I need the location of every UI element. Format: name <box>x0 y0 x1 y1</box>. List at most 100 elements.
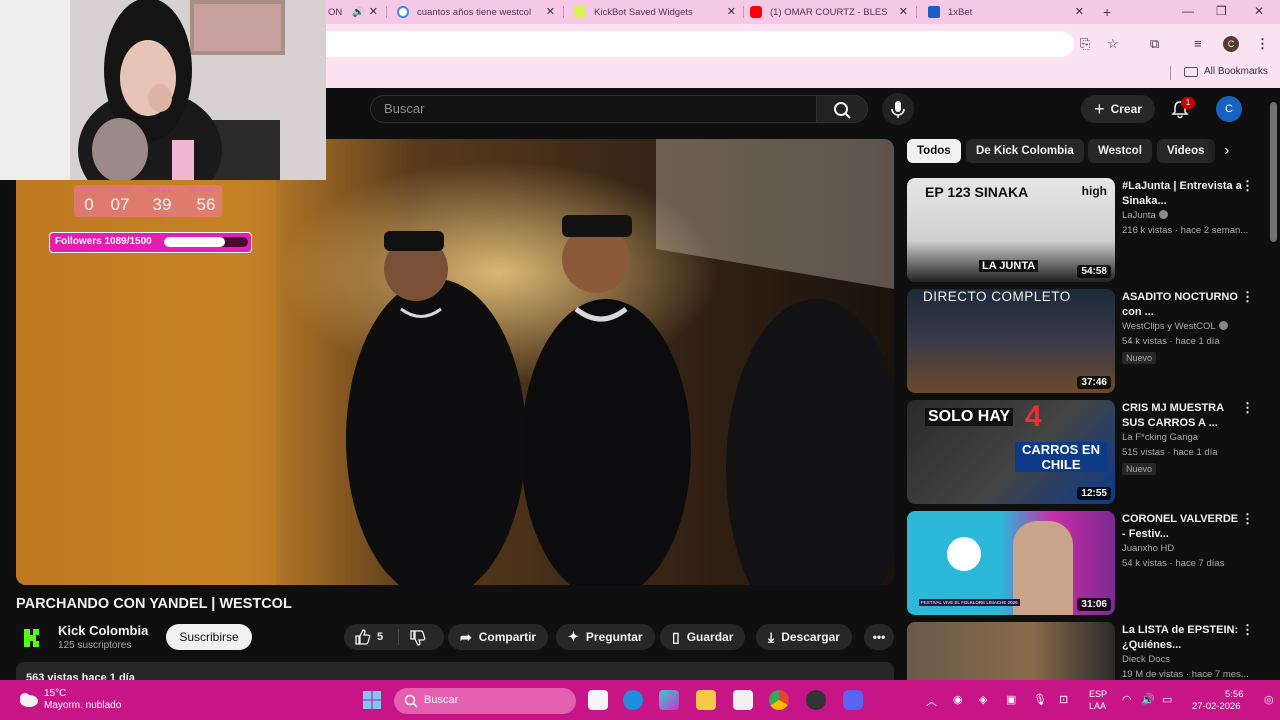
recommendation-channel[interactable]: Juanxho HD <box>1122 543 1174 554</box>
input-language[interactable]: ESP <box>1089 689 1107 699</box>
chrome-icon[interactable] <box>769 690 789 710</box>
minimize-icon[interactable]: — <box>1182 4 1194 18</box>
tray-discord-icon[interactable]: ◈ <box>979 693 987 706</box>
recommendation-channel[interactable]: WestClips y WestCOL <box>1122 321 1228 332</box>
profile-avatar[interactable]: C <box>1223 36 1239 52</box>
tray-chevron-icon[interactable]: ︿ <box>926 693 937 709</box>
create-button[interactable]: + Crear <box>1081 95 1155 123</box>
microsoft-store-icon[interactable] <box>733 690 753 710</box>
voice-search-button[interactable] <box>882 93 914 125</box>
recommendation-channel[interactable]: La F*cking Ganga <box>1122 432 1198 443</box>
discord-icon[interactable] <box>843 690 863 710</box>
like-icon[interactable] <box>353 628 371 646</box>
wifi-icon[interactable]: ◠ <box>1122 693 1132 706</box>
close-icon[interactable]: ✕ <box>899 5 908 18</box>
download-button[interactable]: ⤓ Descargar <box>756 624 852 650</box>
chip-westcol[interactable]: Westcol <box>1088 139 1152 163</box>
folder-icon[interactable] <box>1184 67 1198 77</box>
battery-icon[interactable]: ▭ <box>1162 693 1172 706</box>
video-thumbnail[interactable]: FESTIVAL VIVE EL FOLKLORE LIMACHE 2026 3… <box>907 511 1115 615</box>
bookmark-star-icon[interactable]: ☆ <box>1107 36 1119 52</box>
more-actions-button[interactable]: ••• <box>864 624 894 650</box>
video-thumbnail[interactable]: SOLO HAY 4 CARROS EN CHILE 12:55 <box>907 400 1115 504</box>
recommendation-title[interactable]: CRIS MJ MUESTRA SUS CARROS A ... <box>1122 401 1244 431</box>
input-layout[interactable]: LAA <box>1089 701 1106 711</box>
search-input[interactable] <box>370 95 816 123</box>
install-app-icon[interactable]: ⎘ <box>1080 36 1090 52</box>
close-window-icon[interactable]: ✕ <box>1254 4 1264 18</box>
recommendation-title[interactable]: ASADITO NOCTURNO con ... <box>1122 290 1244 320</box>
recommendation-1[interactable]: EP 123 SINAKA high LA JUNTA 54:58 #LaJun… <box>907 178 1257 282</box>
google-icon <box>397 6 409 18</box>
recommendation-title[interactable]: CORONEL VALVERDE - Festiv... <box>1122 512 1244 542</box>
chip-todos[interactable]: Todos <box>907 139 961 163</box>
more-vertical-icon[interactable]: ⋮ <box>1241 511 1254 527</box>
new-tab-icon[interactable]: + <box>1103 4 1111 20</box>
notifications-icon[interactable]: ◎ <box>1264 693 1274 706</box>
like-divider <box>398 629 399 645</box>
close-icon[interactable]: ✕ <box>369 5 378 18</box>
subscribe-button[interactable]: Suscribirse <box>166 624 252 650</box>
more-vertical-icon[interactable]: ⋮ <box>1241 289 1254 305</box>
chip-kick-colombia[interactable]: De Kick Colombia <box>966 139 1084 163</box>
tab-5[interactable]: 1xBet ✕ <box>928 2 1084 22</box>
windows-start-icon[interactable] <box>362 690 382 710</box>
menu-icon[interactable]: ⋮ <box>1256 36 1269 52</box>
close-icon[interactable]: ✕ <box>727 5 736 18</box>
video-thumbnail[interactable]: EP 123 SINAKA high LA JUNTA 54:58 <box>907 178 1115 282</box>
tray-mic-icon[interactable]: 🎙 <box>1033 693 1047 706</box>
dislike-icon[interactable] <box>408 629 426 647</box>
media-control-icon[interactable]: ≡ <box>1194 36 1202 51</box>
close-icon[interactable]: ✕ <box>1075 5 1084 18</box>
account-avatar[interactable]: C <box>1216 96 1242 122</box>
description-box[interactable] <box>16 662 894 682</box>
recommendation-title[interactable]: La LISTA de EPSTEIN: ¿Quiénes... <box>1122 623 1244 653</box>
recommendation-2[interactable]: DIRECTO COMPLETO 37:46 ASADITO NOCTURNO … <box>907 289 1257 393</box>
save-button[interactable]: ▯ Guardar <box>660 624 746 650</box>
task-view-icon[interactable] <box>588 690 608 710</box>
channel-avatar[interactable] <box>18 624 46 652</box>
edge-icon[interactable] <box>623 690 643 710</box>
more-vertical-icon[interactable]: ⋮ <box>1241 622 1254 638</box>
tab-4[interactable]: (1) OMAR COURTZ - BLESS ✕ <box>750 2 908 22</box>
search-placeholder: Buscar <box>384 101 425 116</box>
address-bar[interactable] <box>326 31 1074 57</box>
obs-icon[interactable] <box>806 690 826 710</box>
weather-cloud-icon[interactable] <box>16 688 40 710</box>
weather-temperature[interactable]: 15°C <box>44 688 66 699</box>
more-vertical-icon[interactable]: ⋮ <box>1241 400 1254 416</box>
recommendation-channel[interactable]: Dieck Docs <box>1122 654 1170 665</box>
recommendation-channel[interactable]: LaJunta <box>1122 210 1168 221</box>
tray-app-icon[interactable]: ◉ <box>953 693 963 706</box>
tab-2[interactable]: cuantos años tiene westcol ✕ <box>397 2 555 22</box>
volume-icon[interactable]: 🔊 <box>1141 693 1155 706</box>
ask-button[interactable]: ✦ Preguntar <box>556 624 655 650</box>
search-button[interactable] <box>816 95 868 123</box>
tab-1[interactable]: ON 🔊 ✕ <box>328 2 378 22</box>
clock-date[interactable]: 27-02-2026 <box>1192 701 1241 712</box>
taskbar-search[interactable] <box>394 688 576 714</box>
recommendation-4[interactable]: FESTIVAL VIVE EL FOLKLORE LIMACHE 2026 3… <box>907 511 1257 615</box>
tray-monitor-icon[interactable]: ⊡ <box>1059 693 1068 706</box>
recommendation-3[interactable]: SOLO HAY 4 CARROS EN CHILE 12:55 CRIS MJ… <box>907 400 1257 504</box>
video-thumbnail[interactable]: DIRECTO COMPLETO 37:46 <box>907 289 1115 393</box>
speaker-icon[interactable]: 🔊 <box>352 7 364 18</box>
tab-separator <box>743 6 744 18</box>
tray-nvidia-icon[interactable]: ▣ <box>1006 693 1016 706</box>
all-bookmarks-link[interactable]: All Bookmarks <box>1204 66 1268 77</box>
clock-time[interactable]: 5:56 <box>1225 689 1244 700</box>
copilot-icon[interactable] <box>659 690 679 710</box>
channel-name[interactable]: Kick Colombia <box>58 623 148 638</box>
recommendation-title[interactable]: #LaJunta | Entrevista a Sinaka... <box>1122 179 1244 209</box>
scrollbar-thumb[interactable] <box>1270 102 1277 242</box>
more-vertical-icon[interactable]: ⋮ <box>1241 178 1254 194</box>
tab-2-label: cuantos años tiene westcol <box>417 6 532 18</box>
chevron-right-icon[interactable]: › <box>1224 142 1229 160</box>
extensions-icon[interactable]: ⧉ <box>1150 36 1159 52</box>
close-icon[interactable]: ✕ <box>546 5 555 18</box>
file-explorer-icon[interactable] <box>696 690 716 710</box>
tab-3[interactable]: KickBot Saved Widgets ✕ <box>574 2 736 22</box>
weather-description[interactable]: Mayorm. nublado <box>44 700 121 711</box>
restore-icon[interactable]: ❐ <box>1216 4 1227 18</box>
share-button[interactable]: ➦ Compartir <box>448 624 549 650</box>
